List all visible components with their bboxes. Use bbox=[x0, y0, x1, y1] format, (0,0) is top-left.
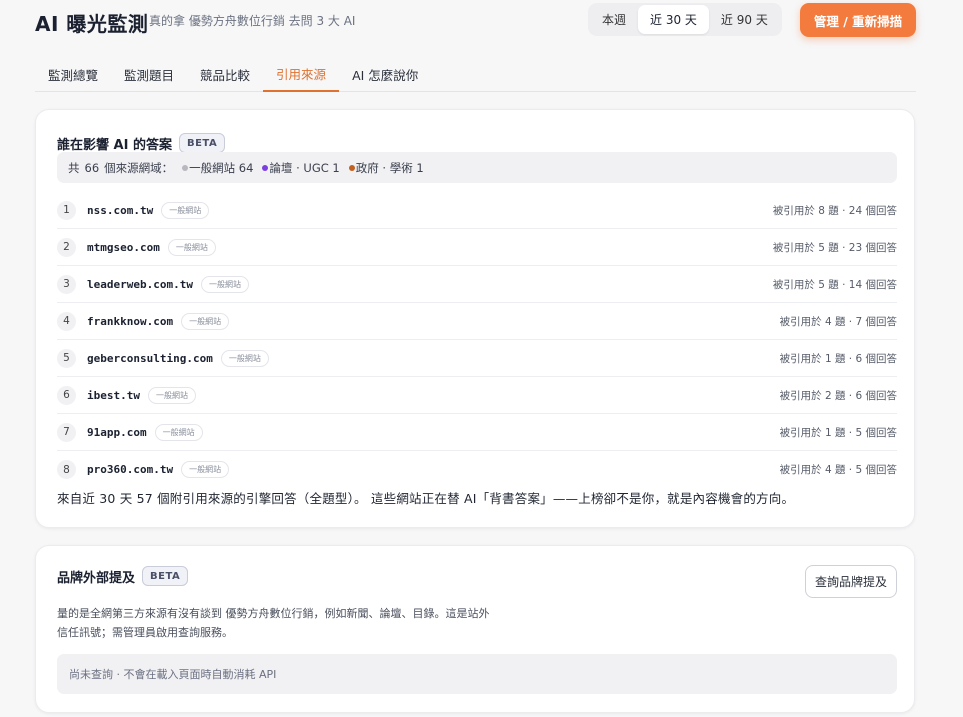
beta-badge: BETA bbox=[142, 566, 189, 586]
citation-count: 被引用於 5 題 · 23 個回答 bbox=[772, 241, 897, 254]
rank-badge: 4 bbox=[57, 311, 76, 331]
domain-link[interactable]: frankknow.com bbox=[87, 315, 173, 328]
rank-badge: 3 bbox=[57, 274, 76, 294]
citation-count: 被引用於 4 題 · 5 個回答 bbox=[779, 464, 897, 476]
domain-link[interactable]: 91app.com bbox=[87, 426, 147, 439]
citation-sources-card: 誰在影響 AI 的答案 BETA 共 66 個來源網域： 一般網站 64 論壇 … bbox=[35, 109, 915, 528]
list-item: 3 leaderweb.com.tw 一般網站 被引用於 5 題 · 14 個回… bbox=[57, 266, 897, 303]
source-list: 1 nss.com.tw 一般網站 被引用於 8 題 · 24 個回答 2 mt… bbox=[57, 192, 897, 488]
domain-link[interactable]: geberconsulting.com bbox=[87, 352, 213, 365]
list-item: 1 nss.com.tw 一般網站 被引用於 8 題 · 24 個回答 bbox=[57, 192, 897, 229]
rank-badge: 8 bbox=[57, 460, 76, 479]
category-tag: 一般網站 bbox=[154, 423, 203, 441]
beta-badge: BETA bbox=[178, 133, 226, 153]
description-line-1: 量的是全網第三方來源有沒有談到 優勢方舟數位行銷，例如新聞、論壇、目錄。這是站外 bbox=[57, 607, 490, 620]
tab-citation-sources[interactable]: 引用來源 bbox=[263, 56, 340, 92]
card-title: 誰在影響 AI 的答案 BETA bbox=[57, 133, 226, 153]
citation-count: 被引用於 1 題 · 6 個回答 bbox=[779, 352, 897, 365]
gray-dot-icon bbox=[182, 165, 189, 171]
citation-count: 被引用於 4 題 · 7 個回答 bbox=[779, 315, 897, 328]
sources-card-title: 誰在影響 AI 的答案 bbox=[57, 137, 172, 153]
list-item: 5 geberconsulting.com 一般網站 被引用於 1 題 · 6 … bbox=[57, 340, 897, 377]
category-tag: 一般網站 bbox=[161, 201, 210, 219]
brand-mentions-card: 品牌外部提及 BETA 查詢品牌提及 量的是全網第三方來源有沒有談到 優勢方舟數… bbox=[35, 545, 915, 713]
range-30-days-button[interactable]: 近 30 天 bbox=[638, 5, 709, 34]
domain-link[interactable]: mtmgseo.com bbox=[87, 241, 160, 254]
orange-dot-icon bbox=[348, 165, 355, 171]
page-title: AI 曝光監測 bbox=[35, 12, 149, 36]
domain-link[interactable]: pro360.com.tw bbox=[87, 463, 173, 476]
header: AI 曝光監測 真的拿 優勢方舟數位行銷 去問 3 大 AI 本週 近 30 天… bbox=[35, 0, 916, 40]
list-item: 4 frankknow.com 一般網站 被引用於 4 題 · 7 個回答 bbox=[57, 303, 897, 340]
rank-badge: 7 bbox=[57, 422, 76, 442]
category-general-label: 一般網站 64 bbox=[189, 160, 254, 175]
rank-badge: 2 bbox=[57, 237, 76, 257]
category-forum: 論壇 · UGC 1 bbox=[258, 160, 340, 176]
query-brand-mentions-button[interactable]: 查詢品牌提及 bbox=[805, 565, 897, 598]
tab-competitors[interactable]: 競品比較 bbox=[187, 56, 263, 92]
list-item: 2 mtmgseo.com 一般網站 被引用於 5 題 · 23 個回答 bbox=[57, 229, 897, 266]
purple-dot-icon bbox=[262, 165, 269, 171]
citation-count: 被引用於 8 題 · 24 個回答 bbox=[772, 204, 897, 217]
page-subtitle: 真的拿 優勢方舟數位行銷 去問 3 大 AI bbox=[149, 14, 356, 28]
category-tag: 一般網站 bbox=[181, 312, 230, 330]
citation-count: 被引用於 1 題 · 5 個回答 bbox=[779, 426, 897, 439]
category-tag: 一般網站 bbox=[181, 461, 230, 478]
rank-badge: 5 bbox=[57, 348, 76, 368]
citation-count: 被引用於 5 題 · 14 個回答 bbox=[772, 278, 897, 291]
page: AI 曝光監測 真的拿 優勢方舟數位行銷 去問 3 大 AI 本週 近 30 天… bbox=[0, 0, 963, 717]
empty-state: 尚未查詢 · 不會在載入頁面時自動消耗 API bbox=[57, 654, 897, 694]
manage-rescan-button[interactable]: 管理 / 重新掃描 bbox=[800, 3, 916, 37]
category-tag: 一般網站 bbox=[200, 275, 249, 293]
category-gov-label: 政府 · 學術 1 bbox=[355, 160, 424, 175]
domain-link[interactable]: leaderweb.com.tw bbox=[87, 278, 193, 291]
category-general: 一般網站 64 bbox=[178, 160, 253, 176]
rank-badge: 1 bbox=[57, 200, 76, 220]
description-line-2: 信任訊號；需管理員啟用查詢服務。 bbox=[57, 626, 233, 639]
summary-count: 66 bbox=[84, 160, 100, 175]
category-tag: 一般網站 bbox=[147, 386, 196, 404]
category-tag: 一般網站 bbox=[167, 238, 216, 256]
tab-bar: 監測總覽 監測題目 競品比較 引用來源 AI 怎麼說你 bbox=[35, 56, 916, 92]
tab-ai-mentions[interactable]: AI 怎麼說你 bbox=[339, 56, 431, 92]
card-title: 品牌外部提及 BETA bbox=[57, 566, 189, 586]
mentions-card-title: 品牌外部提及 bbox=[57, 570, 136, 586]
category-tag: 一般網站 bbox=[220, 349, 269, 367]
range-this-week-button[interactable]: 本週 bbox=[590, 5, 638, 34]
category-forum-label: 論壇 · UGC 1 bbox=[269, 160, 340, 175]
date-range-selector: 本週 近 30 天 近 90 天 bbox=[588, 3, 782, 36]
summary-prefix: 共 bbox=[68, 160, 80, 175]
list-item: 8 pro360.com.tw 一般網站 被引用於 4 題 · 5 個回答 bbox=[57, 451, 897, 488]
range-90-days-button[interactable]: 近 90 天 bbox=[709, 5, 780, 34]
sources-footnote: 來自近 30 天 57 個附引用來源的引擎回答（全題型）。 這些網站正在替 AI… bbox=[57, 491, 795, 506]
domain-link[interactable]: nss.com.tw bbox=[87, 204, 153, 217]
category-gov: 政府 · 學術 1 bbox=[345, 160, 424, 176]
tab-overview[interactable]: 監測總覽 bbox=[35, 56, 111, 92]
domain-link[interactable]: ibest.tw bbox=[87, 389, 140, 402]
list-item: 7 91app.com 一般網站 被引用於 1 題 · 5 個回答 bbox=[57, 414, 897, 451]
summary-suffix: 個來源網域： bbox=[104, 160, 174, 175]
list-item: 6 ibest.tw 一般網站 被引用於 2 題 · 6 個回答 bbox=[57, 377, 897, 414]
tab-questions[interactable]: 監測題目 bbox=[111, 56, 187, 92]
source-summary: 共 66 個來源網域： 一般網站 64 論壇 · UGC 1 政府 · 學術 1 bbox=[57, 152, 897, 183]
mentions-description: 量的是全網第三方來源有沒有談到 優勢方舟數位行銷，例如新聞、論壇、目錄。這是站外… bbox=[57, 604, 557, 642]
rank-badge: 6 bbox=[57, 385, 76, 405]
citation-count: 被引用於 2 題 · 6 個回答 bbox=[779, 389, 897, 402]
